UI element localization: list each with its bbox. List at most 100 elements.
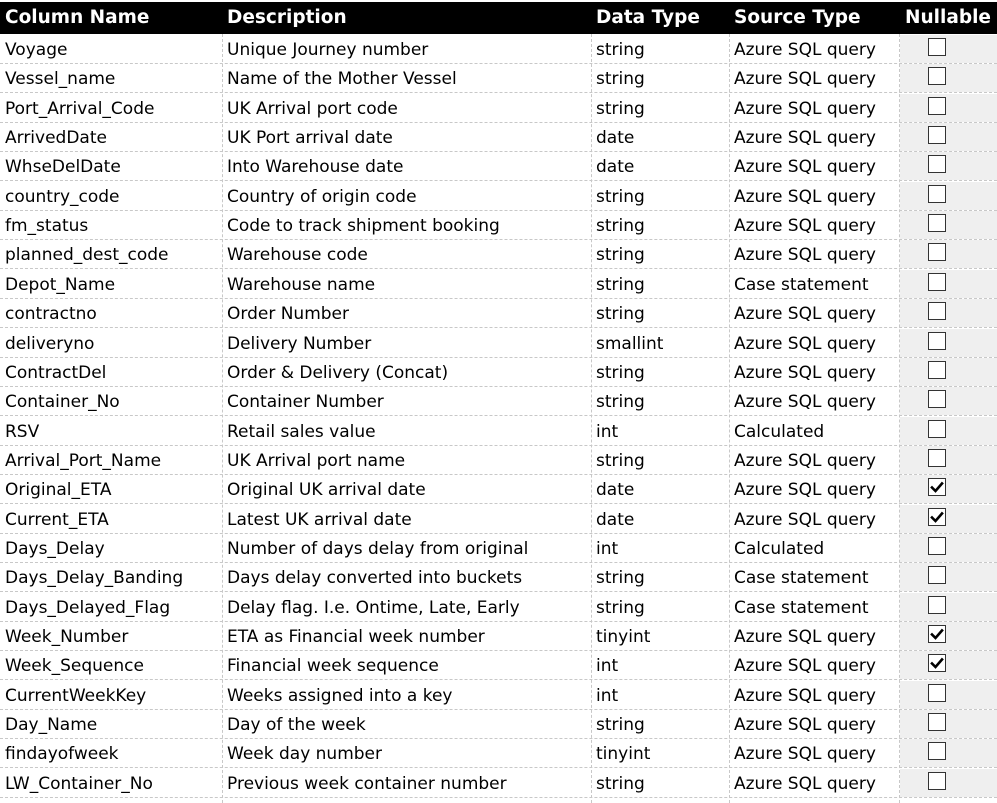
cell-nullable <box>900 181 997 210</box>
cell-column-name: Vessel_name <box>5 69 116 90</box>
nullable-checkbox[interactable] <box>928 448 946 467</box>
cell-data-type: date <box>596 157 635 178</box>
cell-column-name: Day_Name <box>5 715 98 736</box>
cell-column-name: Original_ETA <box>5 480 112 501</box>
table-row: Original_ETA Original UK arrival date date… <box>0 475 997 505</box>
cell-data-type: string <box>596 274 645 295</box>
cell-column-name: contractno <box>5 304 97 325</box>
nullable-checkbox[interactable] <box>928 625 946 643</box>
cell-column-name: country_code <box>5 186 120 207</box>
cell-data-type: string <box>596 245 645 266</box>
cell-source-type: Azure SQL query <box>734 186 876 207</box>
cell-data-type: smallint <box>596 333 664 354</box>
cell-source-type: Azure SQL query <box>734 656 876 677</box>
cell-source-type: Case statement <box>734 274 869 295</box>
table-row: findayofweek Week day number tinyint Azure … <box>0 739 997 769</box>
table-row: Depot_Name Warehouse name string Case state… <box>0 269 997 299</box>
cell-source-type: Azure SQL query <box>734 304 876 325</box>
table-row: fm_status Code to track shipment booking s… <box>0 211 997 241</box>
cell-nullable <box>900 710 997 739</box>
cell-description: Into Warehouse date <box>227 157 404 178</box>
cell-description: Number of days delay from original <box>227 538 529 559</box>
table-row: Container_No Container Number string Azure … <box>0 387 997 417</box>
nullable-checkbox[interactable] <box>928 419 946 438</box>
cell-description: Retail sales value <box>227 421 376 442</box>
nullable-checkbox[interactable] <box>928 683 946 702</box>
cell-source-type: Azure SQL query <box>734 450 876 471</box>
cell-data-type: tinyint <box>596 744 651 765</box>
cell-description: Container Number <box>227 392 384 413</box>
cell-description: UK Arrival port name <box>227 450 406 471</box>
cell-data-type: date <box>596 128 635 149</box>
checkmark-icon <box>930 658 944 670</box>
header-source-type: Source Type <box>734 7 861 28</box>
nullable-checkbox[interactable] <box>928 243 946 262</box>
nullable-checkbox[interactable] <box>928 713 946 732</box>
nullable-checkbox[interactable] <box>928 566 946 585</box>
cell-source-type: Azure SQL query <box>734 744 876 765</box>
cell-column-name: Days_Delay_Banding <box>5 568 184 589</box>
cell-data-type: string <box>596 773 645 794</box>
header-data-type: Data Type <box>596 7 700 28</box>
cell-source-type: Azure SQL query <box>734 69 876 90</box>
nullable-checkbox[interactable] <box>928 742 946 761</box>
cell-source-type: Azure SQL query <box>734 480 876 501</box>
cell-description: ETA as Financial week number <box>227 627 485 647</box>
column-divider <box>591 34 592 803</box>
cell-nullable <box>900 64 997 93</box>
nullable-checkbox[interactable] <box>928 536 946 555</box>
nullable-checkbox[interactable] <box>928 390 946 409</box>
cell-data-type: string <box>596 568 645 589</box>
cell-source-type: Azure SQL query <box>734 98 876 119</box>
column-divider <box>729 34 730 803</box>
cell-source-type: Azure SQL query <box>734 40 876 60</box>
cell-source-type: Azure SQL query <box>734 333 876 354</box>
cell-description: Warehouse code <box>227 245 368 266</box>
cell-nullable <box>900 240 997 269</box>
cell-data-type: string <box>596 362 645 383</box>
cell-source-type: Case statement <box>734 568 869 589</box>
header-column-name: Column Name <box>5 7 150 28</box>
nullable-checkbox[interactable] <box>928 272 946 291</box>
nullable-checkbox[interactable] <box>928 155 946 174</box>
table-row: Arrival_Port_Name UK Arrival port name str… <box>0 445 997 475</box>
cell-column-name: Depot_Name <box>5 274 116 295</box>
cell-source-type: Calculated <box>734 538 825 559</box>
nullable-checkbox[interactable] <box>928 214 946 233</box>
cell-data-type: tinyint <box>596 627 651 647</box>
cell-data-type: date <box>596 509 635 530</box>
cell-data-type: date <box>596 480 635 501</box>
nullable-checkbox[interactable] <box>928 184 946 203</box>
nullable-checkbox[interactable] <box>928 331 946 350</box>
cell-data-type: string <box>596 450 645 471</box>
nullable-checkbox[interactable] <box>928 302 946 321</box>
cell-description: Order & Delivery (Concat) <box>227 362 449 383</box>
cell-source-type: Azure SQL query <box>734 245 876 266</box>
cell-description: Order Number <box>227 304 350 325</box>
nullable-checkbox[interactable] <box>928 478 946 497</box>
cell-source-type: Azure SQL query <box>734 128 876 149</box>
cell-data-type: string <box>596 216 645 237</box>
cell-description: Delay flag. I.e. Ontime, Late, Early <box>227 597 520 618</box>
cell-nullable <box>900 563 997 592</box>
cell-data-type: string <box>596 392 645 413</box>
cell-source-type: Azure SQL query <box>734 157 876 178</box>
cell-source-type: Azure SQL query <box>734 216 876 237</box>
checkmark-icon <box>930 511 944 523</box>
nullable-checkbox[interactable] <box>928 507 946 526</box>
cell-column-name: Days_Delayed_Flag <box>5 597 171 618</box>
nullable-checkbox[interactable] <box>928 67 946 86</box>
cell-data-type: string <box>596 304 645 325</box>
nullable-checkbox[interactable] <box>928 38 946 56</box>
cell-column-name: WhseDelDate <box>5 157 121 178</box>
nullable-checkbox[interactable] <box>928 771 946 790</box>
nullable-checkbox[interactable] <box>928 96 946 115</box>
table-row: Day_Name Day of the week string Azure SQL q… <box>0 710 997 740</box>
nullable-checkbox[interactable] <box>928 360 946 379</box>
cell-description: Code to track shipment booking <box>227 216 500 237</box>
nullable-checkbox[interactable] <box>928 595 946 614</box>
nullable-checkbox[interactable] <box>928 126 946 145</box>
table-row: Port_Arrival_Code UK Arrival port code str… <box>0 93 997 123</box>
cell-description: Unique Journey number <box>227 40 429 60</box>
nullable-checkbox[interactable] <box>928 654 946 673</box>
